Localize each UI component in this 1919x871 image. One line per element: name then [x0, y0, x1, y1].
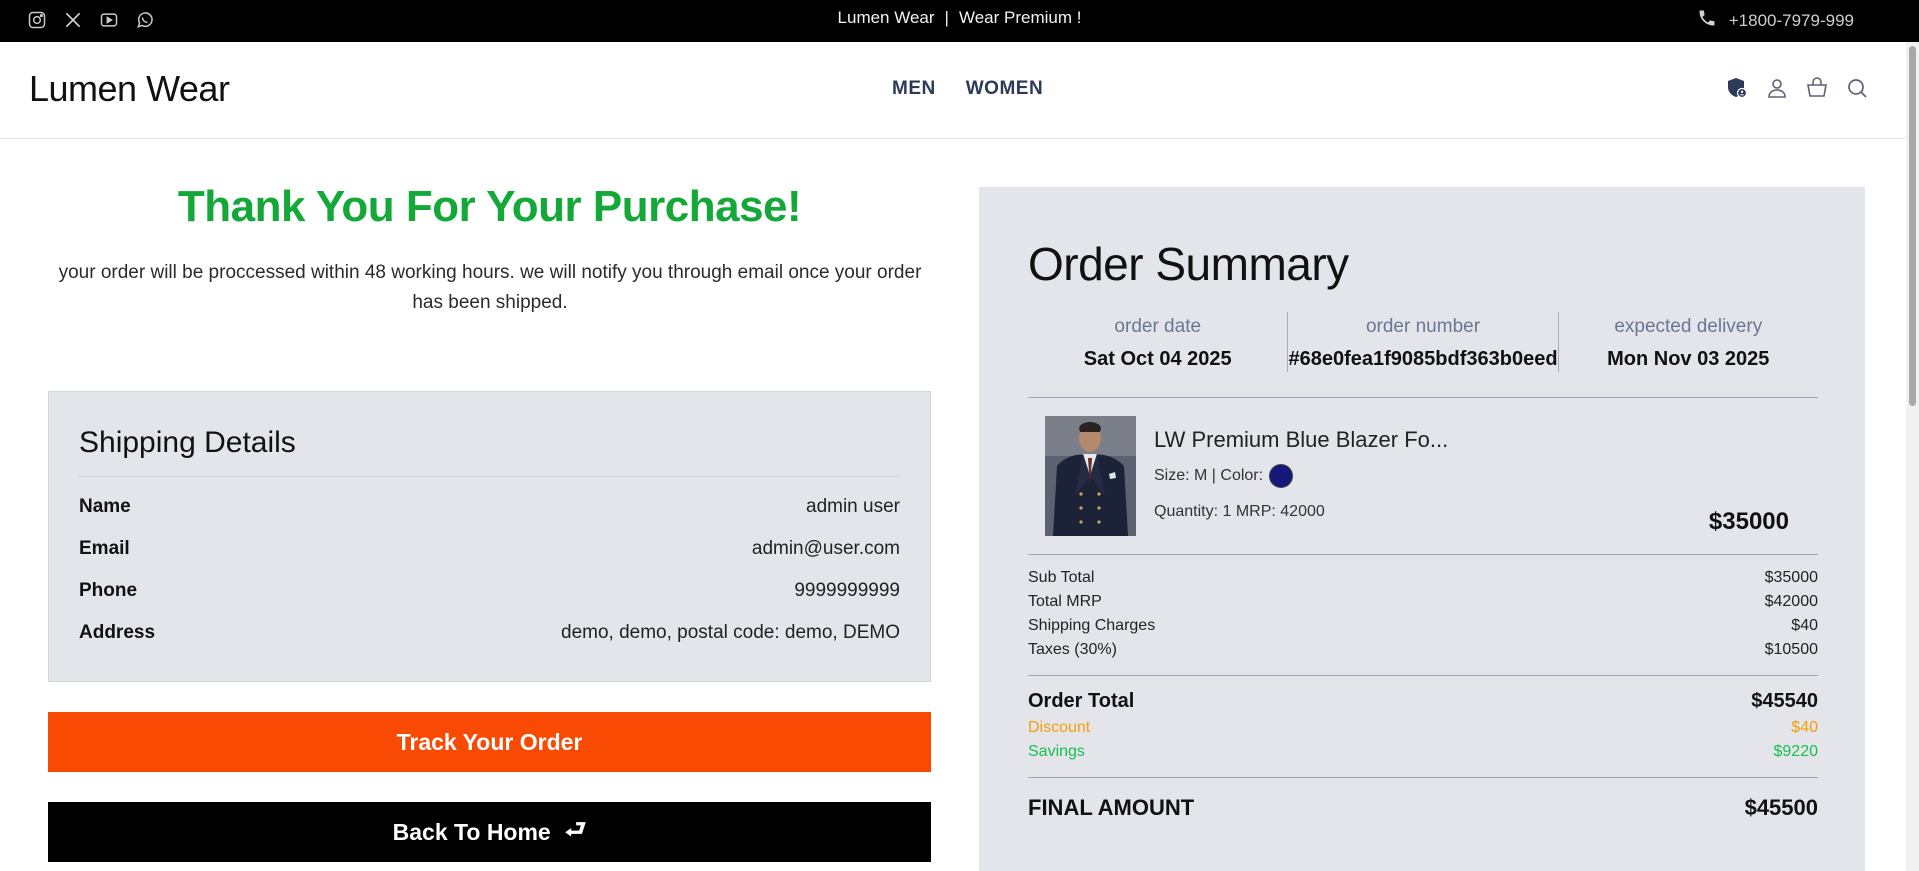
return-arrow-icon: ⮐	[564, 815, 587, 843]
promo-tagline: Wear Premium !	[958, 8, 1082, 27]
back-to-home-label: Back To Home	[392, 818, 551, 845]
track-order-button[interactable]: Track Your Order	[48, 712, 931, 772]
row-label: Total MRP	[1028, 593, 1102, 610]
order-date-cell: order date Sat Oct 04 2025	[1028, 312, 1289, 372]
back-to-home-button[interactable]: Back To Home ⮐	[48, 802, 931, 862]
site-header: Lumen Wear MEN WOMEN	[0, 42, 1919, 139]
meta-label: expected delivery	[1614, 316, 1763, 337]
shipping-details-card: Shipping Details Name admin user Email a…	[48, 391, 931, 682]
meta-value: Sat Oct 04 2025	[1083, 348, 1232, 370]
scrollbar-thumb[interactable]	[1909, 46, 1916, 406]
phone-icon	[1697, 8, 1717, 33]
page-scrollbar[interactable]	[1906, 42, 1919, 871]
user-icon[interactable]	[1765, 75, 1789, 101]
row-label: FINAL AMOUNT	[1028, 795, 1195, 820]
product-attributes: Size: M | Color:	[1154, 464, 1294, 488]
promo-brand: Lumen Wear	[837, 8, 935, 27]
promo-separator: |	[944, 8, 949, 27]
row-value: $42000	[1764, 593, 1818, 610]
color-swatch	[1269, 464, 1294, 488]
meta-value: Mon Nov 03 2025	[1607, 348, 1770, 370]
shield-user-icon[interactable]	[1725, 75, 1749, 101]
subtotal-row: Sub Total $35000	[1028, 569, 1818, 587]
summary-divider	[1028, 675, 1818, 676]
product-name[interactable]: LW Premium Blue Blazer Fo...	[1154, 427, 1448, 453]
search-icon[interactable]	[1845, 75, 1869, 101]
order-summary-card: Order Summary order date Sat Oct 04 2025…	[979, 187, 1865, 871]
processing-note: your order will be proccessed within 48 …	[58, 262, 922, 313]
summary-divider	[1028, 777, 1818, 778]
discount-row: Discount $40	[1028, 719, 1818, 737]
meta-value: #68e0fea1f9085bdf363b0eed	[1288, 348, 1558, 370]
shipping-row-name: Name admin user	[79, 492, 900, 522]
order-number-cell: order number #68e0fea1f9085bdf363b0eed	[1288, 312, 1559, 372]
row-label: Taxes (30%)	[1028, 641, 1117, 658]
shipping-row-email: Email admin@user.com	[79, 534, 900, 564]
shipping-label: Name	[79, 496, 131, 517]
thank-you-title: Thank You For Your Purchase!	[177, 182, 802, 231]
meta-label: order date	[1114, 316, 1202, 337]
nav-women[interactable]: WOMEN	[966, 78, 1043, 100]
shipping-value: demo, demo, postal code: demo, DEMO	[561, 622, 900, 643]
row-value: $40	[1791, 719, 1818, 736]
product-image[interactable]	[1045, 416, 1136, 536]
row-label: Discount	[1028, 719, 1091, 736]
product-quantity: Quantity: 1 MRP: 42000	[1154, 503, 1325, 520]
product-size-color: Size: M | Color:	[1154, 467, 1264, 484]
shipping-charges-row: Shipping Charges $40	[1028, 617, 1818, 635]
row-value: $9220	[1773, 743, 1819, 760]
shipping-value: 9999999999	[794, 580, 900, 601]
shipping-value: admin@user.com	[751, 538, 900, 559]
promo-text: Lumen Wear | Wear Premium !	[0, 0, 1919, 42]
shipping-row-address: Address demo, demo, postal code: demo, D…	[79, 618, 900, 648]
expected-delivery-cell: expected delivery Mon Nov 03 2025	[1559, 312, 1818, 372]
phone-number: +1800-7979-999	[1728, 10, 1854, 30]
total-mrp-row: Total MRP $42000	[1028, 593, 1818, 611]
site-logo[interactable]: Lumen Wear	[29, 68, 230, 110]
row-label: Sub Total	[1028, 569, 1095, 586]
order-total-row: Order Total $45540	[1028, 690, 1818, 713]
row-label: Shipping Charges	[1028, 617, 1156, 634]
shipping-label: Phone	[79, 580, 138, 601]
order-meta: order date Sat Oct 04 2025 order number …	[1028, 312, 1818, 372]
shipping-title: Shipping Details	[79, 426, 296, 459]
row-label: Savings	[1028, 743, 1085, 760]
order-summary-title: Order Summary	[1028, 238, 1349, 290]
row-value: $40	[1791, 617, 1818, 634]
shipping-value: admin user	[806, 496, 900, 517]
product-price: $35000	[1708, 508, 1789, 535]
bag-icon[interactable]	[1805, 75, 1829, 101]
shipping-label: Address	[79, 622, 156, 643]
phone-contact[interactable]: +1800-7979-999	[1697, 8, 1854, 33]
summary-divider	[1028, 554, 1818, 555]
taxes-row: Taxes (30%) $10500	[1028, 641, 1818, 659]
row-value: $45500	[1744, 795, 1818, 820]
track-order-label: Track Your Order	[396, 728, 583, 755]
shipping-divider	[79, 476, 900, 477]
nav-men[interactable]: MEN	[892, 78, 936, 100]
shipping-label: Email	[79, 538, 130, 559]
row-value: $35000	[1764, 569, 1818, 586]
main-nav: MEN WOMEN	[892, 78, 1043, 100]
order-item: LW Premium Blue Blazer Fo... Size: M | C…	[1045, 416, 1805, 536]
summary-divider	[1028, 397, 1818, 398]
row-value: $10500	[1764, 641, 1818, 658]
final-amount-row: FINAL AMOUNT $45500	[1028, 795, 1818, 821]
savings-row: Savings $9220	[1028, 743, 1818, 761]
row-value: $45540	[1751, 690, 1818, 712]
row-label: Order Total	[1028, 690, 1135, 712]
header-icons	[1725, 75, 1869, 101]
top-bar: Lumen Wear | Wear Premium ! +1800-7979-999	[0, 0, 1919, 42]
shipping-row-phone: Phone 9999999999	[79, 576, 900, 606]
meta-label: order number	[1365, 316, 1481, 337]
